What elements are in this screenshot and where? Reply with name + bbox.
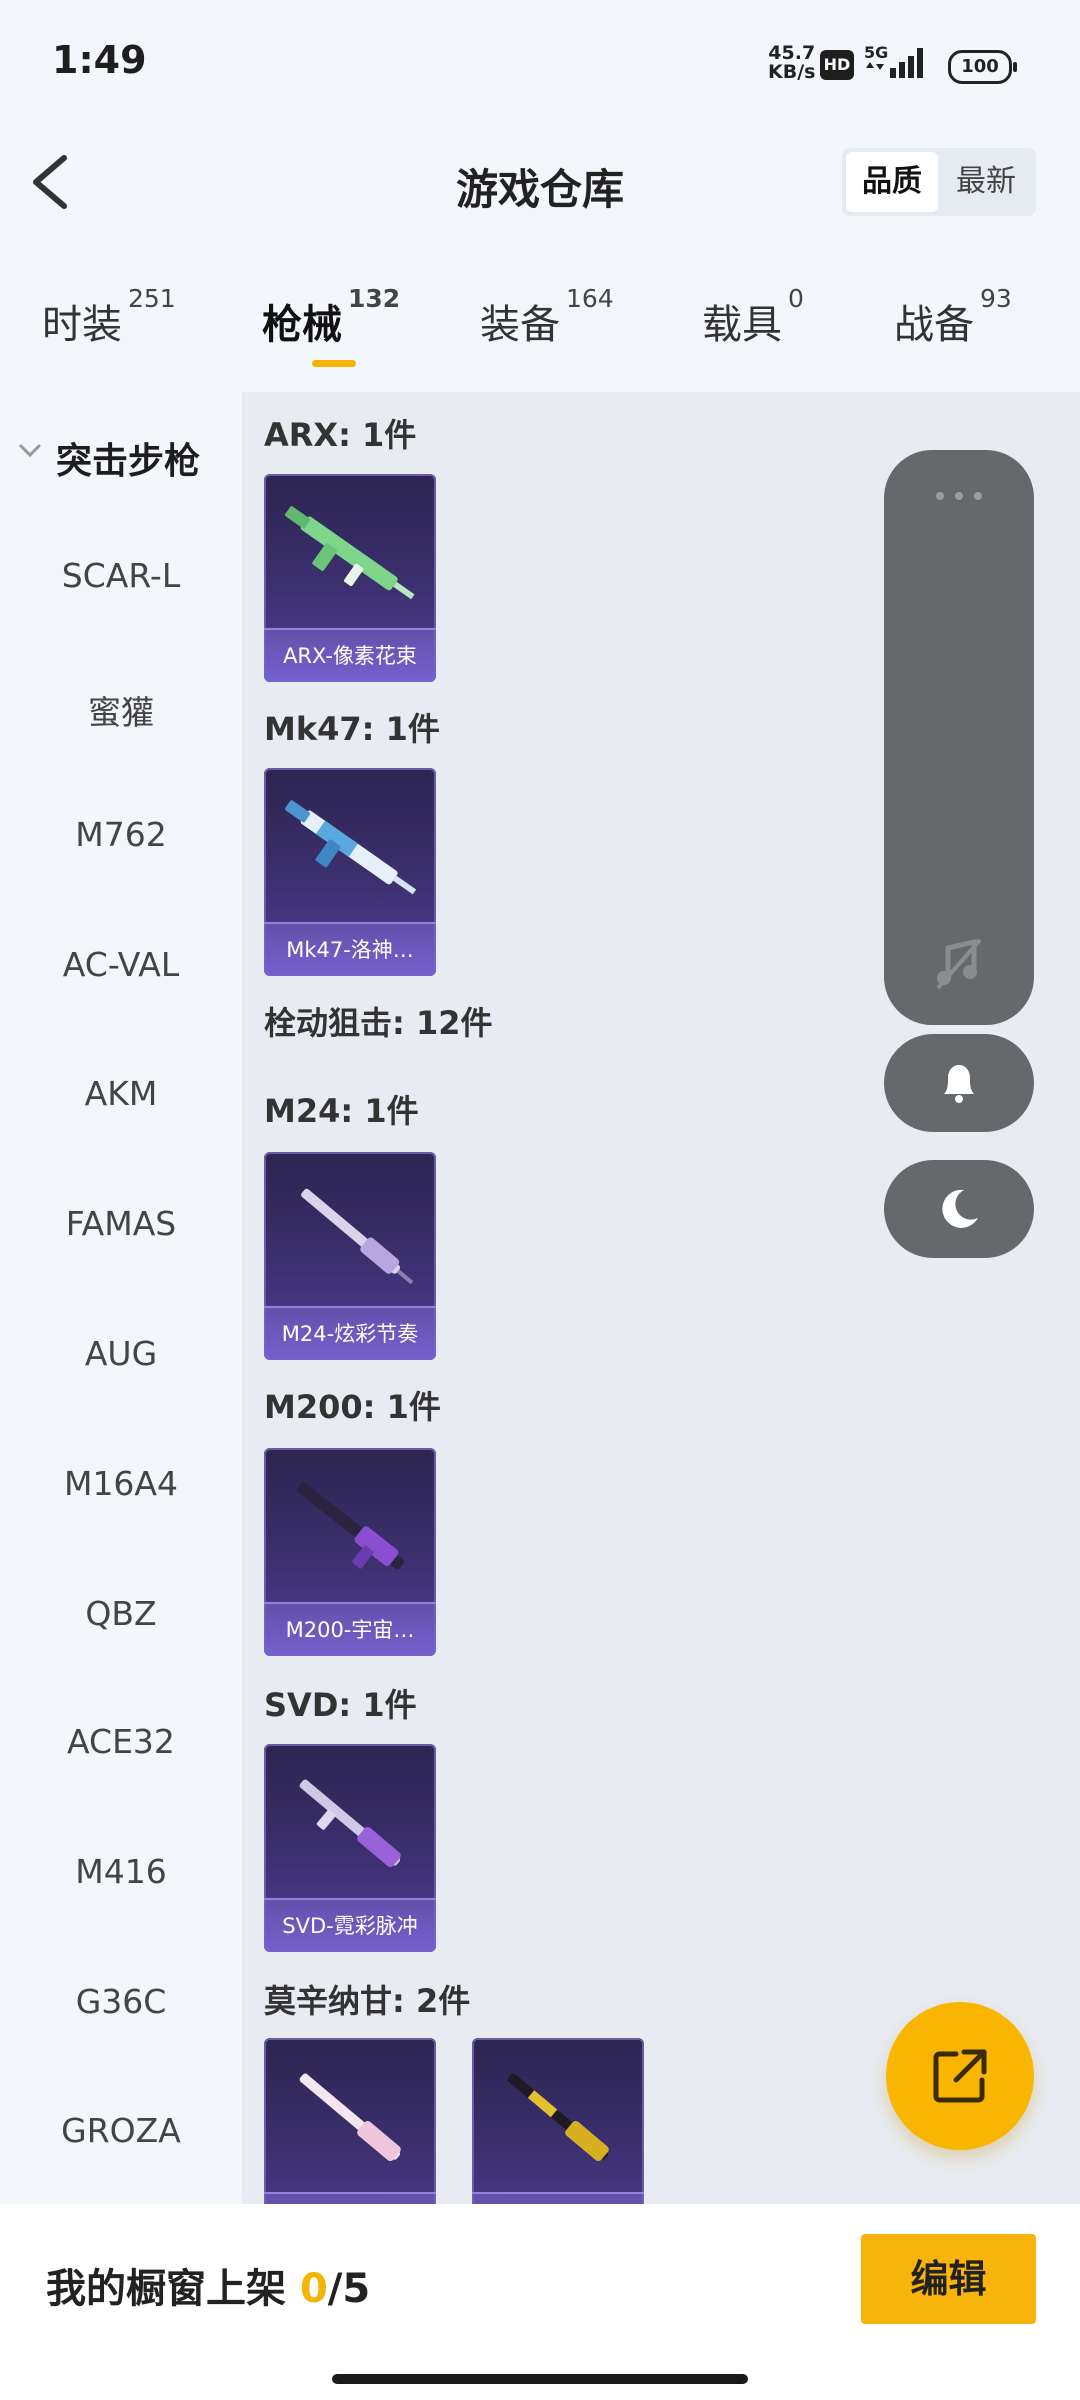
active-tab-indicator bbox=[312, 360, 356, 367]
gun-image bbox=[507, 2073, 609, 2162]
item-card-label: M24-炫彩节奏 bbox=[264, 1306, 436, 1360]
section-title: ARX: 1件 bbox=[264, 416, 417, 454]
showcase-status: 我的橱窗上架 0/5 bbox=[46, 2266, 371, 2312]
sidebar-item-ac-val[interactable]: AC-VAL bbox=[0, 945, 242, 984]
tab-equipment[interactable]: 装备164 bbox=[480, 284, 614, 350]
item-card[interactable]: M200-宇宙… bbox=[264, 1448, 436, 1656]
section-title: 莫辛纳甘: 2件 bbox=[264, 1982, 471, 2020]
network-speed: 45.7 KB/s bbox=[768, 42, 816, 83]
category-tabs: 时装251 枪械132 装备164 载具0 战备93 bbox=[0, 270, 1080, 380]
gun-image bbox=[299, 1779, 401, 1868]
sidebar-item-groza[interactable]: GROZA bbox=[0, 2111, 242, 2150]
music-off-icon[interactable] bbox=[934, 936, 984, 992]
section-title: Mk47: 1件 bbox=[264, 710, 440, 748]
sort-option-quality[interactable]: 品质 bbox=[846, 152, 938, 212]
home-indicator[interactable] bbox=[332, 2374, 748, 2384]
item-card[interactable]: M24-炫彩节奏 bbox=[264, 1152, 436, 1360]
sidebar-item-ace32[interactable]: ACE32 bbox=[0, 1722, 242, 1761]
gun-image bbox=[301, 1188, 414, 1285]
item-card-label: ARX-像素花束 bbox=[264, 628, 436, 682]
section-title: M24: 1件 bbox=[264, 1092, 419, 1130]
section-title: M200: 1件 bbox=[264, 1388, 441, 1426]
item-card-label bbox=[264, 2192, 436, 2204]
item-card[interactable] bbox=[472, 2038, 644, 2204]
section-title: 栓动狙击: 12件 bbox=[264, 1004, 493, 1042]
sidebar-item-famas[interactable]: FAMAS bbox=[0, 1204, 242, 1243]
item-card[interactable]: Mk47-洛神… bbox=[264, 768, 436, 976]
hd-icon: HD bbox=[820, 50, 854, 80]
edit-button[interactable]: 编辑 bbox=[861, 2234, 1036, 2324]
bottom-bar: 我的橱窗上架 0/5 编辑 bbox=[0, 2204, 1080, 2400]
item-card[interactable] bbox=[264, 2038, 436, 2204]
dark-mode-button[interactable] bbox=[884, 1160, 1034, 1258]
sidebar-item-scar-l[interactable]: SCAR-L bbox=[0, 556, 242, 595]
tab-outfits[interactable]: 时装251 bbox=[42, 284, 176, 350]
sidebar-item-m416[interactable]: M416 bbox=[0, 1852, 242, 1891]
gun-image bbox=[296, 1482, 405, 1570]
sidebar-item-honey-badger[interactable]: 蜜獾 bbox=[0, 686, 242, 734]
tab-vehicles[interactable]: 载具0 bbox=[702, 284, 804, 350]
sort-toggle: 品质 最新 bbox=[842, 148, 1036, 216]
gun-image bbox=[285, 800, 417, 895]
sidebar-item-m16a4[interactable]: M16A4 bbox=[0, 1464, 242, 1503]
item-card[interactable]: ARX-像素花束 bbox=[264, 474, 436, 682]
back-arrow-icon[interactable] bbox=[26, 152, 76, 212]
battery-indicator: 100 bbox=[948, 50, 1017, 84]
tab-supplies[interactable]: 战备93 bbox=[894, 284, 1012, 350]
svg-text:5G: 5G bbox=[864, 43, 888, 62]
sidebar-item-akm[interactable]: AKM bbox=[0, 1074, 242, 1113]
item-card-label: M200-宇宙… bbox=[264, 1602, 436, 1656]
status-bar: 1:49 45.7 KB/s HD 5G 100 bbox=[0, 0, 1080, 130]
gun-image bbox=[285, 506, 415, 600]
item-card-label bbox=[472, 2192, 644, 2204]
item-card-label: Mk47-洛神… bbox=[264, 922, 436, 976]
sidebar-item-m762[interactable]: M762 bbox=[0, 815, 242, 854]
header: 游戏仓库 品质 最新 bbox=[0, 130, 1080, 240]
moon-icon bbox=[942, 1189, 978, 1228]
sidebar-item-qbz[interactable]: QBZ bbox=[0, 1594, 242, 1633]
share-external-icon bbox=[933, 2049, 987, 2103]
item-card-label: SVD-霓彩脉冲 bbox=[264, 1898, 436, 1952]
more-dots-icon[interactable] bbox=[934, 490, 984, 502]
status-time: 1:49 bbox=[52, 38, 147, 82]
sidebar-item-g36c[interactable]: G36C bbox=[0, 1982, 242, 2021]
share-button[interactable] bbox=[886, 2002, 1034, 2150]
signal-icon: 5G bbox=[864, 43, 923, 78]
notification-button[interactable] bbox=[884, 1034, 1034, 1132]
chevron-down-icon bbox=[19, 444, 41, 458]
bell-icon bbox=[944, 1065, 974, 1103]
sidebar-item-aug[interactable]: AUG bbox=[0, 1334, 242, 1373]
gun-image bbox=[299, 2073, 401, 2162]
item-card[interactable]: SVD-霓彩脉冲 bbox=[264, 1744, 436, 1952]
tab-guns[interactable]: 枪械132 bbox=[262, 284, 400, 350]
section-title: SVD: 1件 bbox=[264, 1686, 417, 1724]
sidebar: 突击步枪 SCAR-L 蜜獾 M762 AC-VAL AKM FAMAS AUG… bbox=[0, 392, 242, 2204]
floating-control-panel[interactable] bbox=[884, 450, 1034, 1025]
sort-option-latest[interactable]: 最新 bbox=[940, 152, 1032, 212]
